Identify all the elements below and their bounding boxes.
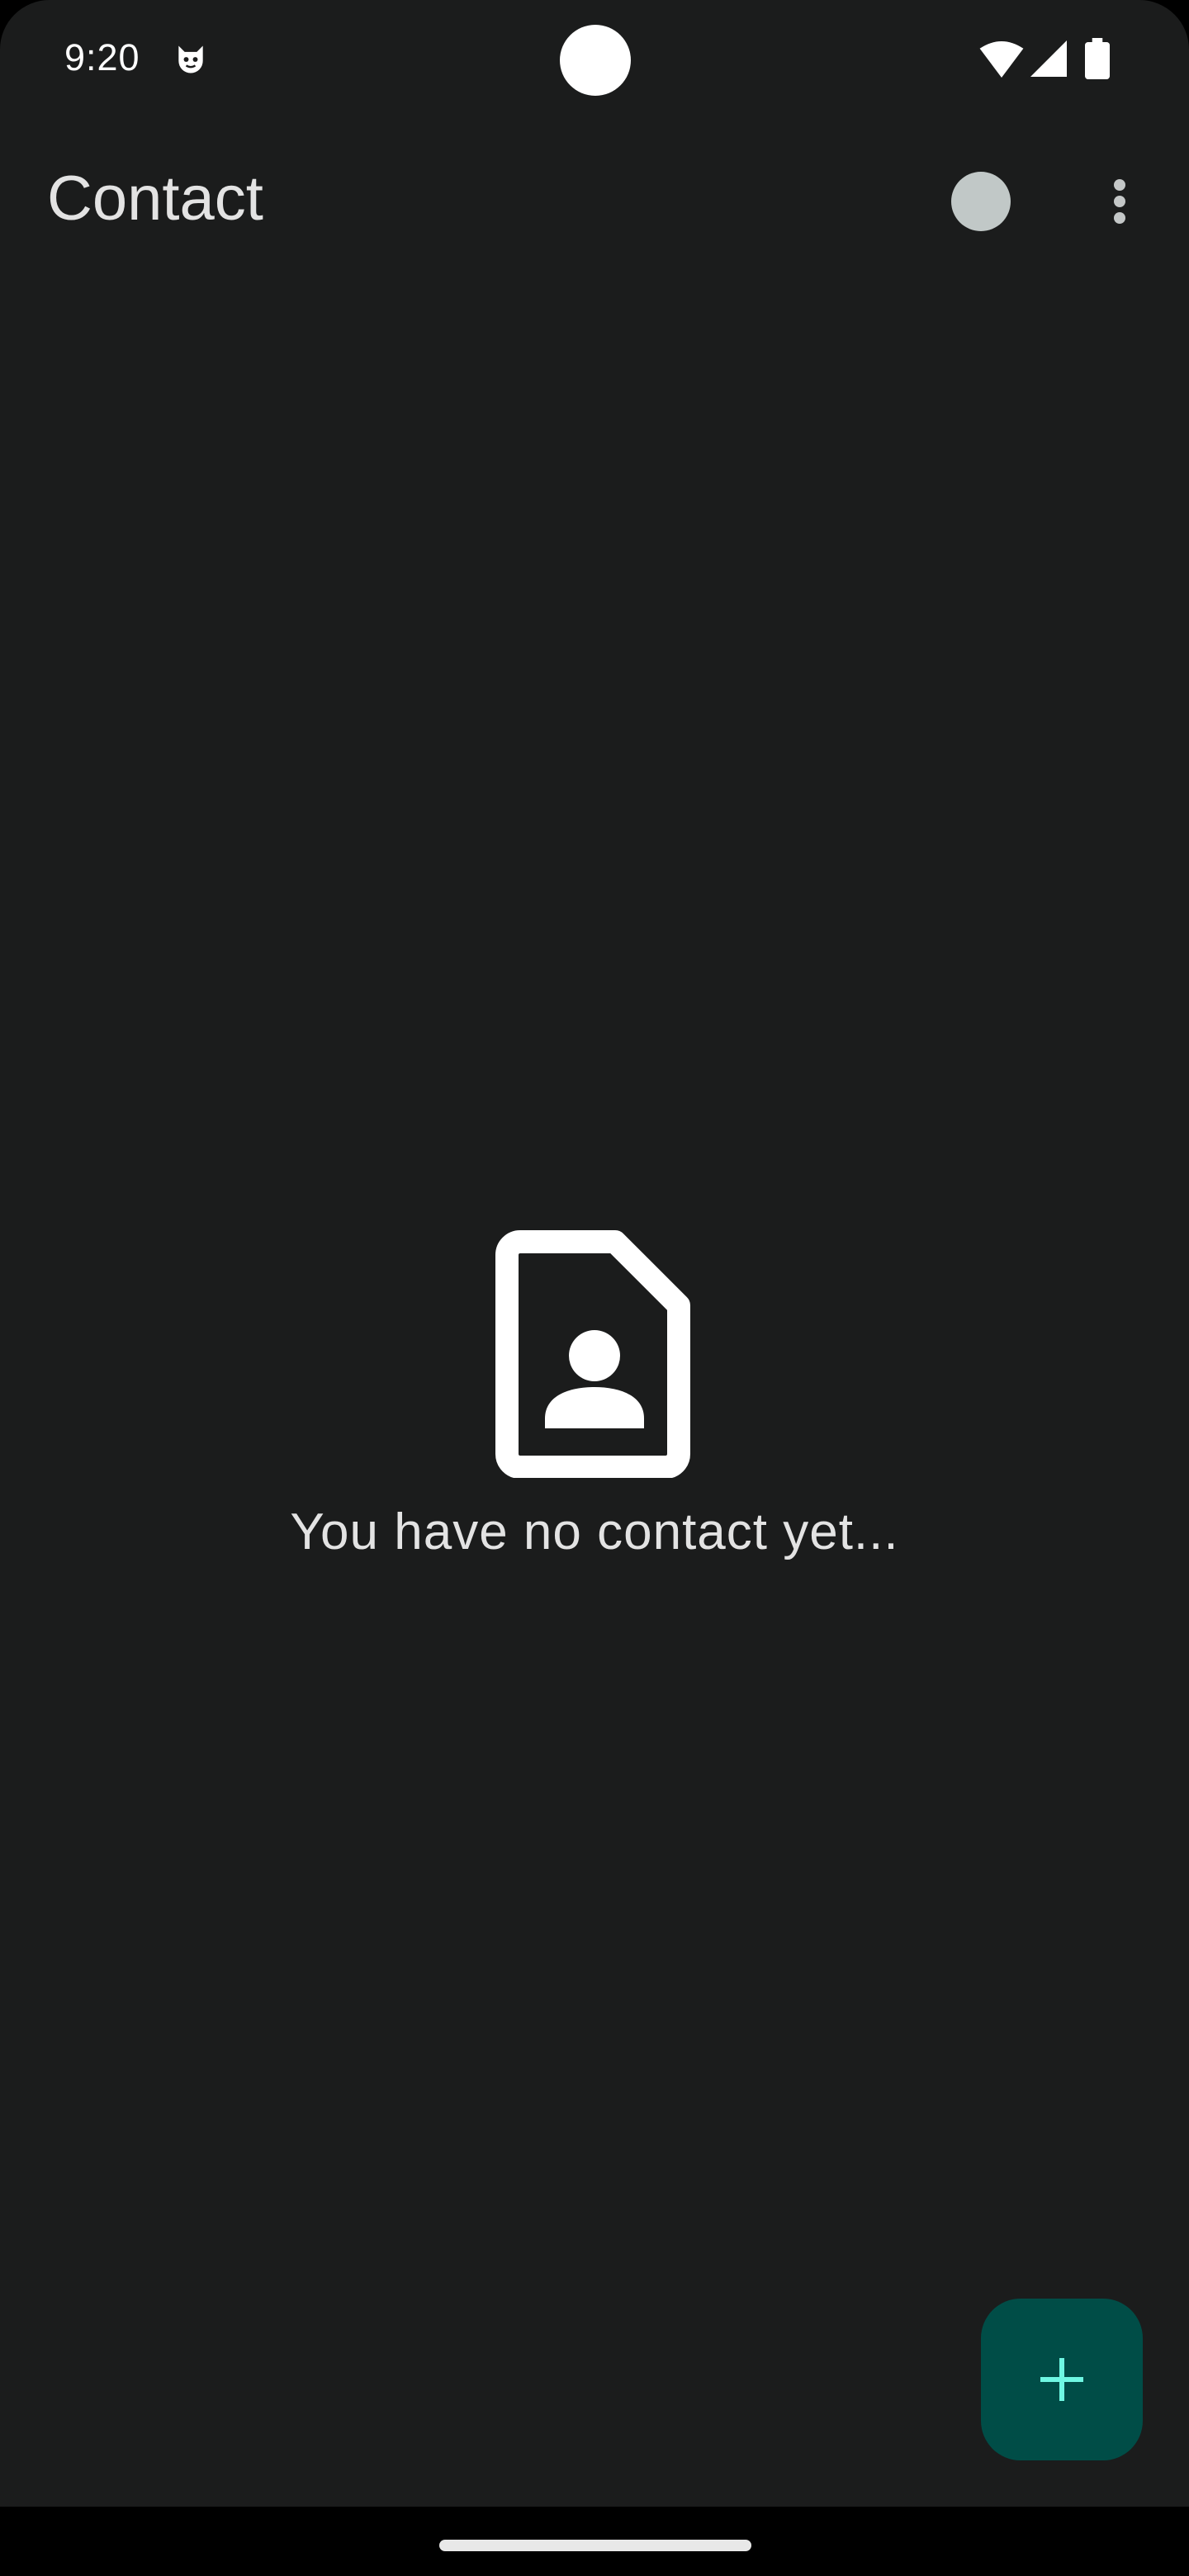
more-options-button[interactable] xyxy=(1098,168,1141,234)
battery-icon xyxy=(1085,38,1110,79)
plus-icon xyxy=(1040,2358,1083,2401)
contact-card-icon xyxy=(495,1230,690,1478)
cat-face-icon xyxy=(178,45,203,73)
add-contact-button[interactable] xyxy=(981,2299,1143,2460)
camera-cutout xyxy=(560,25,631,96)
page-title: Contact xyxy=(47,163,263,234)
cellular-signal-icon xyxy=(1030,40,1067,77)
more-vert-icon xyxy=(1114,179,1125,224)
top-app-bar: Contact xyxy=(0,140,1189,259)
home-gesture-handle[interactable] xyxy=(439,2540,751,2551)
empty-state-message: You have no contact yet... xyxy=(290,1503,899,1560)
status-time: 9:20 xyxy=(64,36,140,78)
wifi-icon xyxy=(979,41,1024,78)
empty-state: You have no contact yet... xyxy=(0,1230,1189,1577)
app-screen: 9:20 Contact You have no contact yet... xyxy=(0,0,1189,2507)
navigation-bar xyxy=(0,2507,1189,2576)
status-bar: 9:20 xyxy=(0,0,1189,121)
avatar[interactable] xyxy=(951,172,1011,231)
